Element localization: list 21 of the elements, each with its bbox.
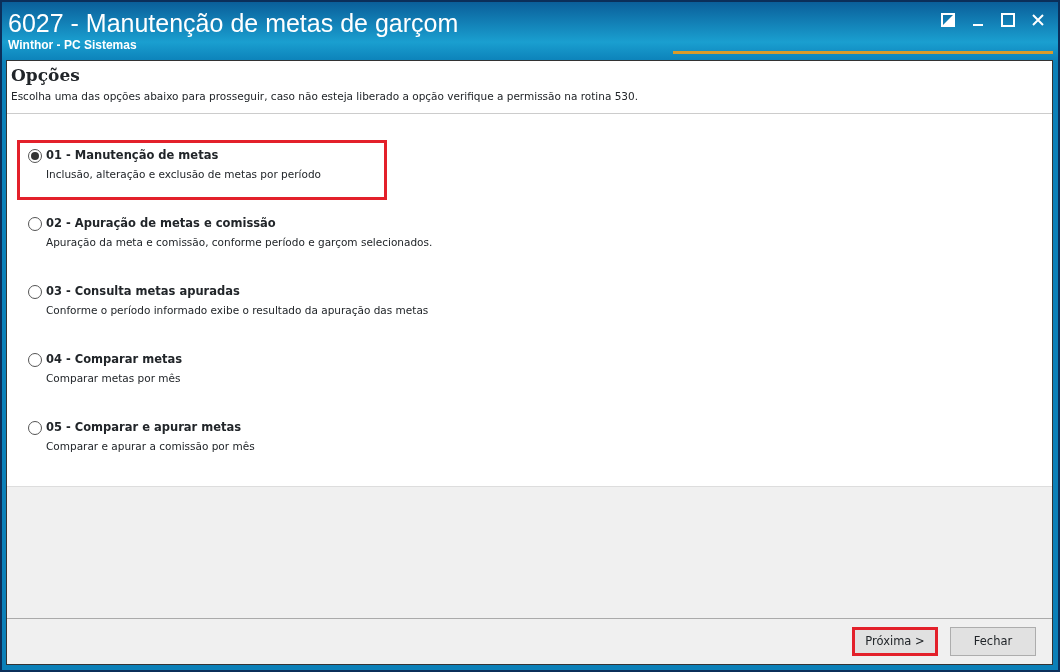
- window-title: 6027 - Manutenção de metas de garçom: [7, 8, 460, 36]
- option-label[interactable]: 05 - Comparar e apurar metas: [46, 419, 242, 437]
- option-description: Conforme o período informado exibe o resultado da apuração das metas: [45, 303, 429, 319]
- radio-button[interactable]: [28, 148, 42, 163]
- option-label[interactable]: 04 - Comparar metas: [46, 351, 183, 369]
- radio-button[interactable]: [28, 352, 42, 367]
- close-button[interactable]: Fechar: [950, 626, 1036, 657]
- option-description: Apuração da meta e comissão, conforme período e garçom selecionados.: [45, 235, 433, 251]
- option-description: Comparar e apurar a comissão por mês: [45, 439, 256, 455]
- radio-button[interactable]: [28, 420, 42, 435]
- radio-button[interactable]: [28, 284, 42, 299]
- option-description: Comparar metas por mês: [45, 371, 182, 387]
- option-label[interactable]: 03 - Consulta metas apuradas: [46, 283, 240, 301]
- option-description: Inclusão, alteração e exclusão de metas por período: [45, 167, 322, 183]
- option-label[interactable]: 01 - Manutenção de metas: [46, 147, 219, 165]
- window-subtitle: Winthor - PC Sistemas: [7, 37, 138, 54]
- next-button[interactable]: Próxima >: [852, 626, 938, 657]
- instructions-text: Escolha uma das opções abaixo para prosseguir, caso não esteja liberado a opção verifique a permissão na rotina 530.: [11, 89, 640, 105]
- option-label[interactable]: 02 - Apuração de metas e comissão: [46, 215, 276, 233]
- section-title: Opções: [11, 65, 81, 86]
- radio-button[interactable]: [28, 216, 42, 231]
